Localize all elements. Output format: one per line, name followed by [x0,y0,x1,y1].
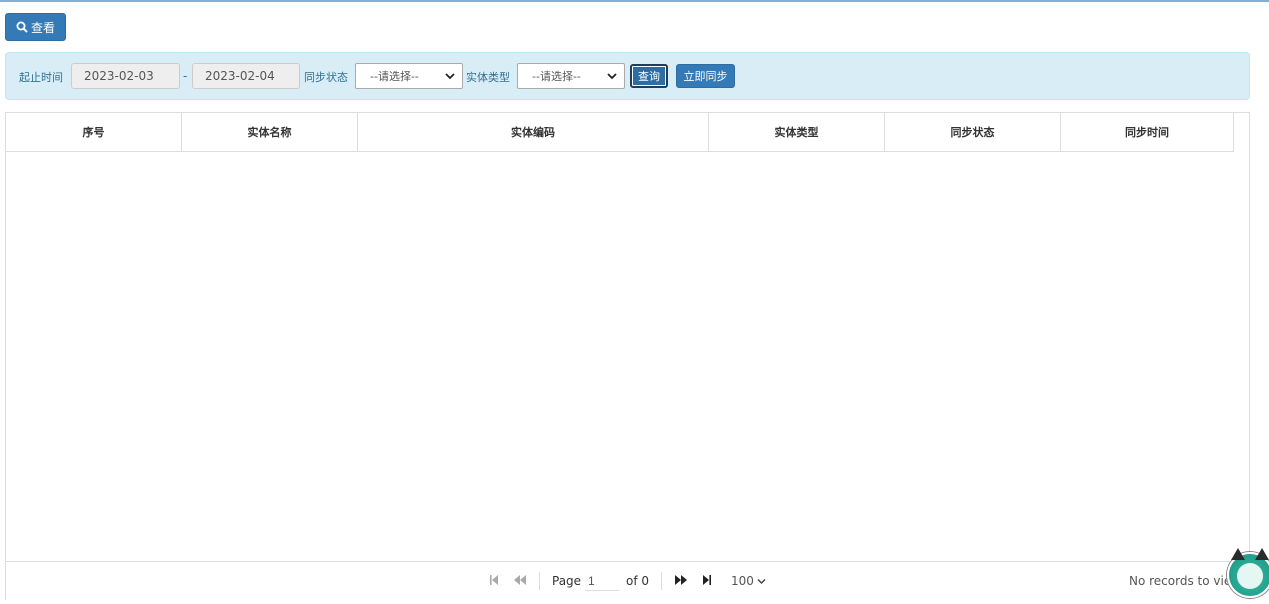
column-header-entity-name[interactable]: 实体名称 [182,113,358,151]
pager: Page of 0 100 No records to view [6,561,1249,600]
page-label: Page [552,574,582,588]
next-page-icon[interactable] [674,574,687,586]
entity-type-select[interactable]: --请选择-- [517,63,625,89]
time-range-label: 起止时间 [19,71,63,84]
data-grid: 序号 实体名称 实体编码 实体类型 同步状态 同步时间 Page of 0 10… [5,112,1250,600]
top-border [0,0,1269,2]
query-button[interactable]: 查询 [630,64,668,88]
column-header-entity-type[interactable]: 实体类型 [709,113,885,151]
chevron-down-icon [445,73,455,80]
mascot-ear [1231,548,1245,560]
page-size-value: 100 [731,574,754,588]
column-header-index[interactable]: 序号 [6,113,182,151]
pager-separator [661,572,662,590]
sync-status-value: --请选择-- [370,70,419,83]
page-count-label: of 0 [626,574,650,588]
column-header-sync-status[interactable]: 同步状态 [885,113,1061,151]
pager-separator [539,572,540,590]
sync-now-button[interactable]: 立即同步 [676,64,735,88]
chevron-down-icon [757,578,766,584]
query-button-label: 查询 [638,70,660,83]
grid-header: 序号 实体名称 实体编码 实体类型 同步状态 同步时间 [6,113,1234,152]
filter-bar: 起止时间 - 同步状态 --请选择-- 实体类型 --请选择-- 查询 立即同步 [5,52,1250,100]
start-date-input[interactable] [71,63,180,89]
column-header-entity-code[interactable]: 实体编码 [358,113,709,151]
mascot-face [1237,563,1263,589]
grid-body [6,152,1249,560]
end-date-input[interactable] [192,63,300,89]
search-icon [16,21,28,33]
column-header-sync-time[interactable]: 同步时间 [1061,113,1234,151]
records-info: No records to view [1129,574,1242,588]
page-number-input[interactable] [585,571,619,591]
entity-type-value: --请选择-- [532,70,581,83]
view-button-label: 查看 [30,20,55,35]
cat-mascot-icon[interactable] [1227,548,1269,598]
sync-status-label: 同步状态 [304,71,348,84]
entity-type-label: 实体类型 [466,71,510,84]
prev-page-icon[interactable] [514,574,527,586]
date-separator: - [183,69,188,83]
last-page-icon[interactable] [702,574,712,586]
chevron-down-icon [607,73,617,80]
page-size-select[interactable]: 100 [731,574,766,588]
sync-status-select[interactable]: --请选择-- [355,63,463,89]
sync-now-button-label: 立即同步 [683,70,728,83]
mascot-ear [1255,548,1269,560]
view-button[interactable]: 查看 [5,13,66,41]
first-page-icon[interactable] [489,574,499,586]
